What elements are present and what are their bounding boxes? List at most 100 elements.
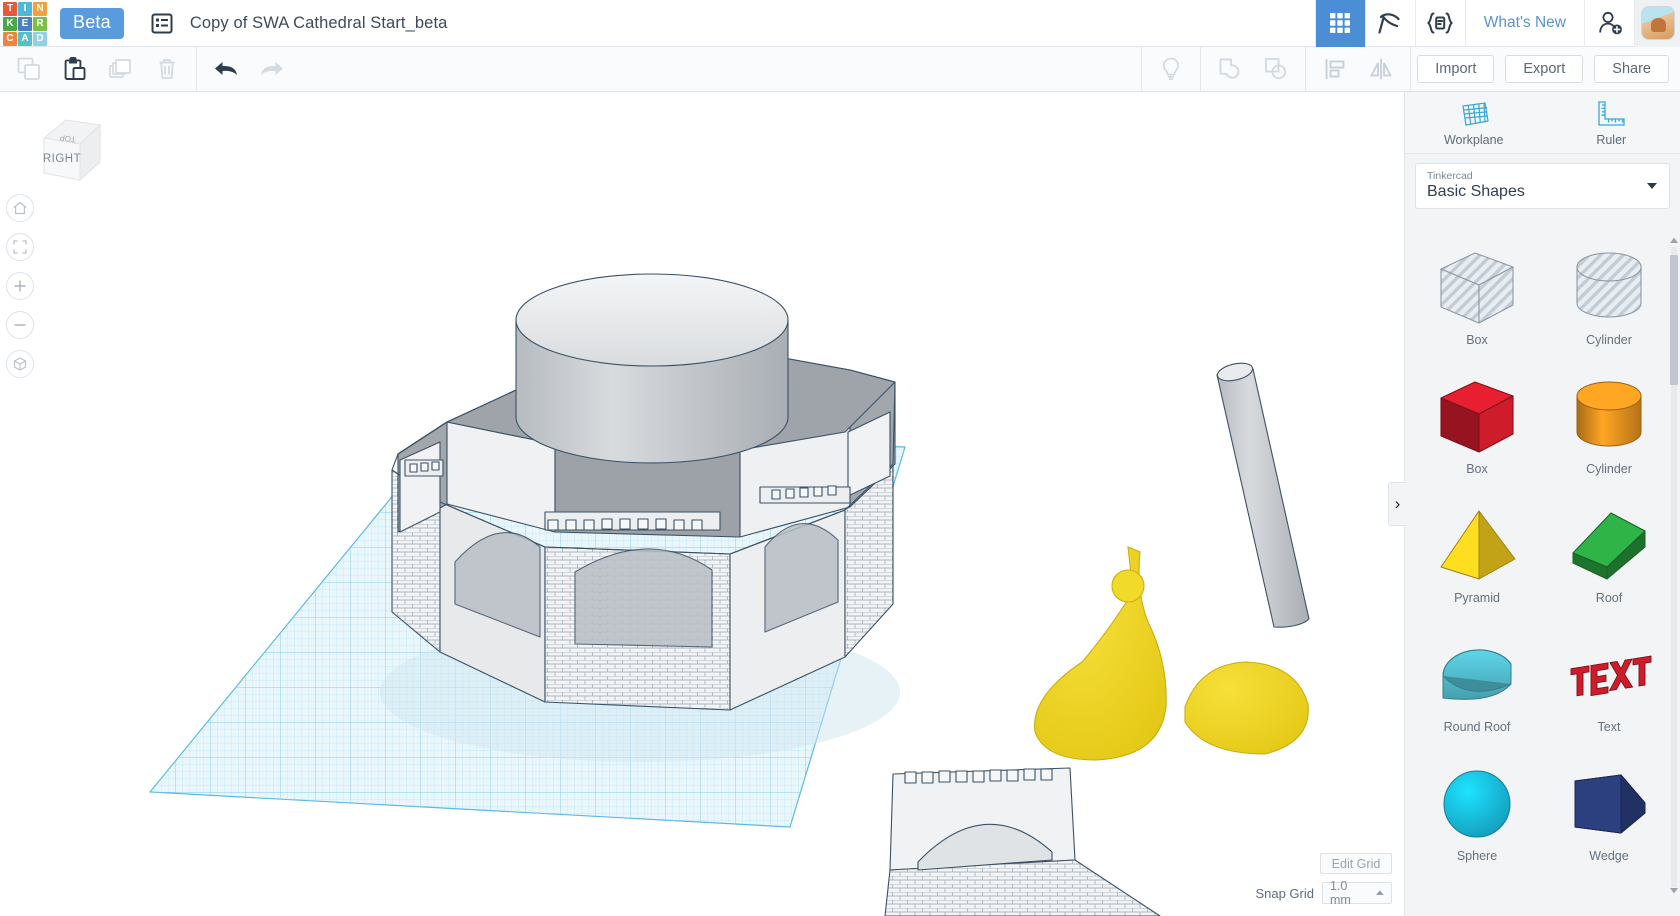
app-header: TIN KER CAD Beta Copy of SWA Cathedral Sta… [0,0,1680,47]
logo-tile-c-6: C [3,31,17,46]
panel-collapse-toggle[interactable]: › [1388,482,1406,526]
shape-item-box-solid[interactable]: Box [1413,368,1541,497]
group-button[interactable] [1207,47,1253,91]
chevron-down-icon [1647,183,1657,189]
workplane-icon [1462,101,1489,126]
add-person-icon[interactable] [1584,0,1634,47]
shape-label: Roof [1595,591,1623,605]
shape-item-box-hollow[interactable]: Box [1413,239,1541,368]
zoom-in-button[interactable] [6,272,34,300]
shape-grid: Box Cylinder Box Cylinder Pyramid Roof Round R… [1405,227,1680,916]
scroll-up-arrow[interactable] [1670,235,1678,245]
user-avatar[interactable] [1634,0,1680,47]
3d-workspace-canvas[interactable]: Workplane [0,92,1404,916]
notes-button[interactable] [1148,47,1194,91]
grid-controls: Edit Grid Snap Grid 1.0 mm [1255,853,1392,907]
shape-item-wedge[interactable]: Wedge [1545,755,1673,884]
shape-label: Text [1597,720,1621,734]
shape-label: Box [1466,333,1488,347]
align-button[interactable] [1312,47,1358,91]
import-button[interactable]: Import [1417,55,1495,83]
cylinder-hollow-icon [1563,245,1655,331]
tinkercad-logo[interactable]: TIN KER CAD [2,1,47,46]
logo-tile-n-2: N [33,1,47,16]
library-owner: Tinkercad [1427,169,1473,182]
copy-button[interactable] [6,47,52,91]
redo-button[interactable] [249,47,295,91]
edit-grid-button[interactable]: Edit Grid [1320,853,1392,874]
shapes-panel: › Workplane Ruler Tinkercad Basic Shapes… [1388,92,1680,916]
shape-item-cylinder-solid[interactable]: Cylinder [1545,368,1673,497]
shape-item-roof[interactable]: Roof [1545,497,1673,626]
logo-tile-k-3: K [3,16,17,31]
shape-item-round-roof[interactable]: Round Roof [1413,626,1541,755]
codeblocks-brackets-icon[interactable] [1414,0,1465,47]
tinkercad-app: TIN KER CAD Beta Copy of SWA Cathedral Sta… [0,0,1680,916]
library-name: Basic Shapes [1427,182,1525,200]
round-roof-icon [1431,632,1523,718]
shape-label: Round Roof [1443,720,1511,734]
undo-button[interactable] [203,47,249,91]
pyramid-icon [1431,503,1523,589]
scroll-thumb[interactable] [1670,255,1678,385]
beta-badge[interactable]: Beta [60,7,124,39]
avatar-image [1640,6,1675,40]
shape-label: Pyramid [1454,591,1500,605]
list-icon[interactable] [150,11,174,35]
shape-label: Box [1466,462,1488,476]
document-title[interactable]: Copy of SWA Cathedral Start_beta [190,14,448,33]
logo-tile-e-4: E [18,16,32,31]
logo-tile-i-1: I [18,1,32,16]
snap-grid-dropdown[interactable]: 1.0 mm [1322,879,1392,907]
snap-grid-label: Snap Grid [1255,885,1314,901]
perspective-toggle-button[interactable] [6,350,34,378]
shape-label: Cylinder [1586,462,1632,476]
header-right-tools: What's New [1314,0,1680,47]
home-view-button[interactable] [6,194,34,222]
shape-item-text-shape[interactable]: Text [1545,626,1673,755]
shape-item-pyramid[interactable]: Pyramid [1413,497,1541,626]
sphere-icon [1431,761,1523,847]
share-button[interactable]: Share [1594,55,1669,83]
text-shape-icon [1563,632,1655,718]
chevron-up-icon [1376,890,1384,895]
ruler-label: Ruler [1596,132,1627,147]
ruler-tool[interactable]: Ruler [1543,92,1680,153]
shape-item-cylinder-hollow[interactable]: Cylinder [1545,239,1673,368]
scene-render: Workplane [148,273,1310,916]
box-hollow-icon [1431,245,1523,331]
roof-icon [1563,503,1655,589]
shape-label: Wedge [1589,849,1629,863]
fit-view-button[interactable] [6,233,34,261]
workplane-label: Workplane [1443,132,1504,147]
codeblocks-pickaxe-icon[interactable] [1364,0,1415,47]
workplane-tool[interactable]: Workplane [1405,92,1543,153]
logo-tile-a-7: A [18,31,32,46]
design-grid-icon[interactable] [1314,0,1365,47]
export-button[interactable]: Export [1505,55,1584,83]
ungroup-button[interactable] [1253,47,1299,91]
scroll-down-arrow[interactable] [1670,885,1678,895]
shapes-scrollbar[interactable] [1670,235,1678,895]
whats-new-link[interactable]: What's New [1464,0,1584,47]
logo-tile-d-8: D [33,31,47,46]
view-cube[interactable]: TOP RIGHT [22,110,104,190]
shape-library-dropdown[interactable]: Tinkercad Basic Shapes [1415,163,1670,209]
view-cube-front-label: RIGHT [43,153,81,165]
ruler-icon [1598,100,1625,126]
shape-label: Cylinder [1586,333,1632,347]
paste-button[interactable] [52,47,98,91]
logo-tile-t-0: T [3,1,17,16]
snap-grid-value: 1.0 mm [1330,879,1351,907]
edit-toolbar: Import Export Share [0,47,1680,92]
wedge-icon [1563,761,1655,847]
mirror-button[interactable] [1358,47,1404,91]
cylinder-solid-icon [1563,374,1655,460]
delete-button[interactable] [144,47,190,91]
box-solid-icon [1431,374,1523,460]
shape-item-sphere[interactable]: Sphere [1413,755,1541,884]
duplicate-button[interactable] [98,47,144,91]
logo-tile-r-5: R [33,16,47,31]
workplane-ruler-row: Workplane Ruler [1405,92,1680,154]
zoom-out-button[interactable] [6,311,34,339]
